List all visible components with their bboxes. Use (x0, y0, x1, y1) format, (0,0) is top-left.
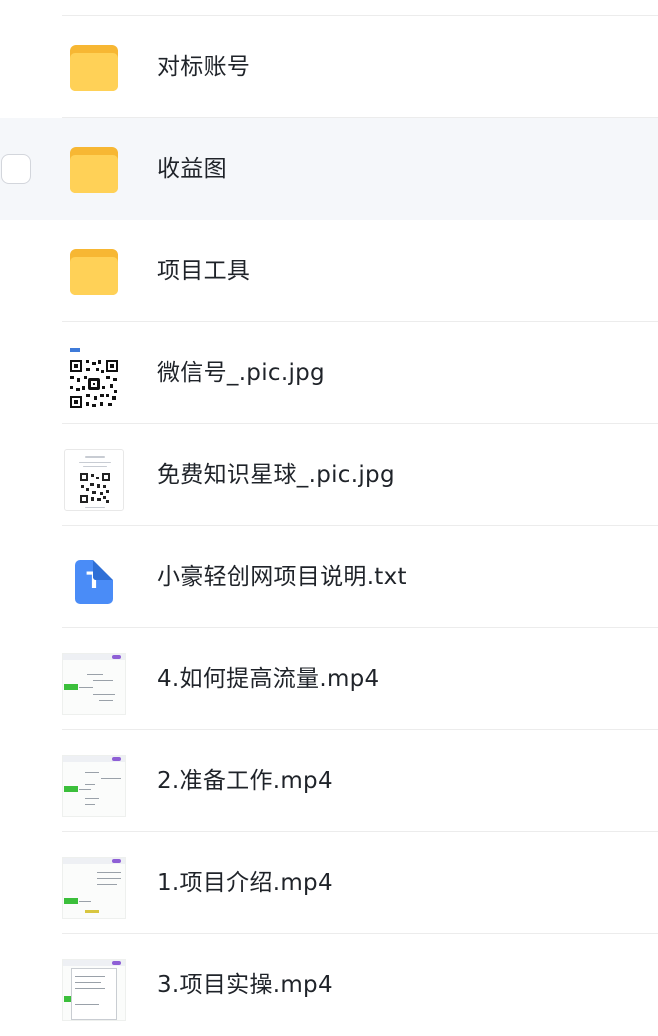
qr-code-thumbnail-icon (62, 346, 126, 410)
file-row[interactable]: T 小豪轻创网项目说明.txt (0, 526, 658, 628)
file-row[interactable]: 微信号_.pic.jpg (0, 322, 658, 424)
file-name: 对标账号 (157, 54, 251, 80)
file-row[interactable]: 收益图 (0, 118, 658, 220)
folder-icon (62, 244, 126, 308)
qr-card-thumbnail-icon (62, 448, 126, 512)
file-name: 收益图 (157, 156, 227, 182)
file-name: 微信号_.pic.jpg (157, 360, 325, 386)
folder-icon (62, 142, 126, 206)
file-name: 4.如何提高流量.mp4 (157, 666, 380, 692)
file-name: 2.准备工作.mp4 (157, 768, 333, 794)
file-row[interactable]: 1.项目介绍.mp4 (0, 832, 658, 934)
file-name: 1.项目介绍.mp4 (157, 870, 333, 896)
file-name: 免费知识星球_.pic.jpg (157, 462, 395, 488)
file-row[interactable]: 4.如何提高流量.mp4 (0, 628, 658, 730)
text-file-icon: T (62, 550, 126, 614)
video-thumbnail-icon (62, 754, 126, 818)
file-name: 项目工具 (157, 258, 251, 284)
file-row[interactable]: 免费知识星球_.pic.jpg (0, 424, 658, 526)
file-name: 3.项目实操.mp4 (157, 972, 333, 998)
file-row[interactable]: 项目工具 (0, 220, 658, 322)
file-row[interactable]: 2.准备工作.mp4 (0, 730, 658, 832)
video-thumbnail-icon (62, 856, 126, 920)
video-thumbnail-icon (62, 958, 126, 1022)
file-list: 对标账号 收益图 项目工具 微信号_.pic.jpg 免费知识星球_.pic.j… (0, 16, 658, 1036)
file-row[interactable]: 对标账号 (0, 16, 658, 118)
row-checkbox[interactable] (1, 154, 31, 184)
file-name: 小豪轻创网项目说明.txt (157, 564, 407, 590)
file-row[interactable]: 3.项目实操.mp4 (0, 934, 658, 1036)
video-thumbnail-icon (62, 652, 126, 716)
folder-icon (62, 40, 126, 104)
